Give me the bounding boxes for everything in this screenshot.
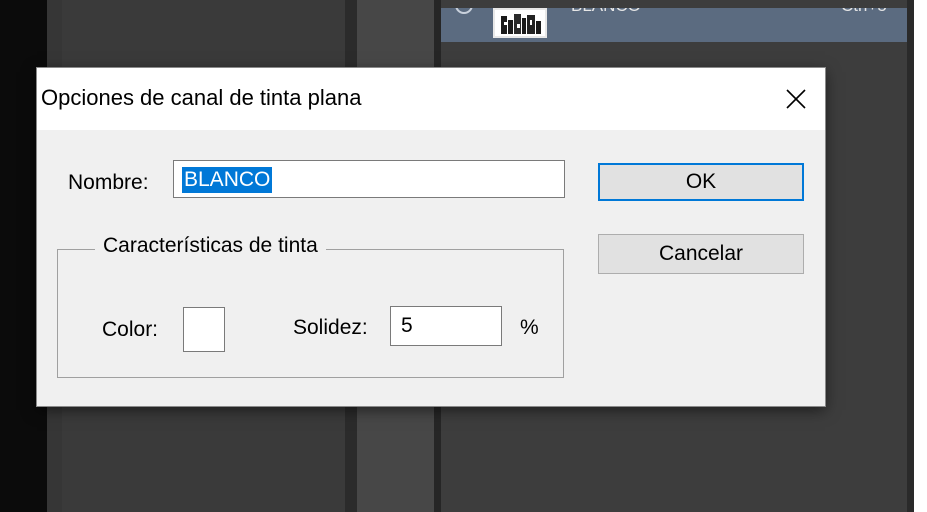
channel-shortcut: Ctrl+5 [841,8,887,16]
channel-name: BLANCO [571,8,641,16]
name-input-value: BLANCO [182,167,273,193]
name-label: Nombre: [68,171,149,194]
color-swatch[interactable] [183,307,225,352]
spot-channel-options-dialog: Opciones de canal de tinta plana Nombre:… [37,68,825,406]
screen: BLANCO Ctrl+5 Opciones de canal de tinta… [0,0,927,512]
channel-row-blanco[interactable]: BLANCO Ctrl+5 [441,8,907,42]
ok-button[interactable]: OK [598,163,804,201]
solidity-input[interactable]: 5 [390,306,502,346]
close-icon [786,89,806,109]
dialog-title: Opciones de canal de tinta plana [41,85,362,110]
name-input[interactable]: BLANCO [173,160,565,198]
ink-characteristics-title: Características de tinta [95,234,326,258]
cancel-button[interactable]: Cancelar [598,234,804,274]
panel-scrollbar[interactable] [907,0,914,512]
close-button[interactable] [777,80,815,118]
percent-label: % [520,316,539,339]
visibility-eye-icon[interactable] [455,8,473,14]
window-edge [914,0,927,512]
channel-thumbnail [493,8,547,38]
color-label: Color: [102,318,159,341]
dialog-titlebar[interactable]: Opciones de canal de tinta plana [37,68,825,130]
solidity-label: Solidez: [293,316,368,339]
